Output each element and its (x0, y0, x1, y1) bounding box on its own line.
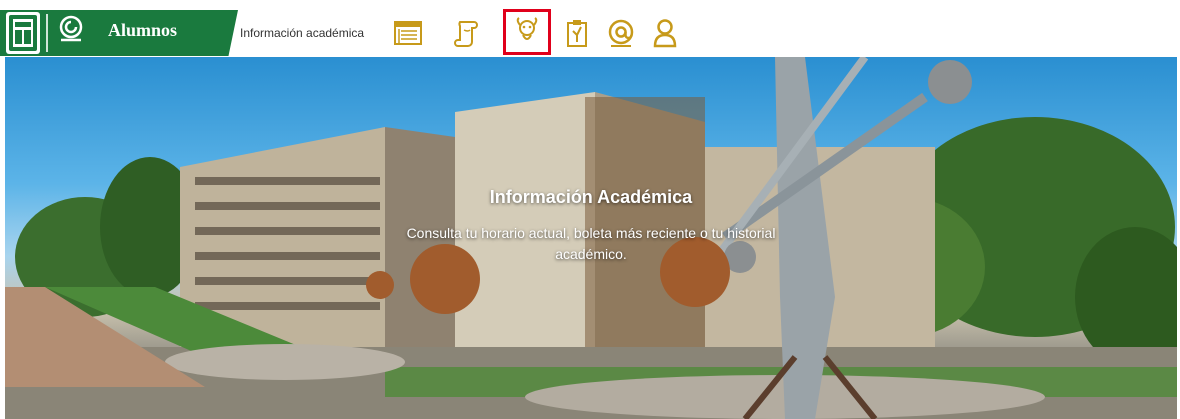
hero-title: Información Académica (489, 187, 693, 207)
schedule-icon[interactable] (393, 17, 423, 49)
mascot-icon[interactable] (503, 9, 551, 55)
app-title[interactable]: Alumnos (108, 20, 177, 41)
brand-divider (46, 14, 48, 52)
section-label: Información académica (240, 26, 365, 40)
university-shield-logo[interactable] (6, 12, 40, 54)
user-icon[interactable] (650, 17, 680, 49)
clipboard-icon[interactable] (562, 17, 592, 49)
cimarron-logo-icon[interactable] (57, 14, 85, 49)
hero-banner: Información Académica Consulta tu horari… (5, 57, 1177, 419)
hero-subtitle: Consulta tu horario actual, boleta más r… (406, 225, 776, 262)
at-sign-icon[interactable] (606, 17, 636, 49)
scroll-icon[interactable] (452, 17, 482, 49)
top-navigation-bar: Alumnos Información académica (0, 0, 1180, 57)
